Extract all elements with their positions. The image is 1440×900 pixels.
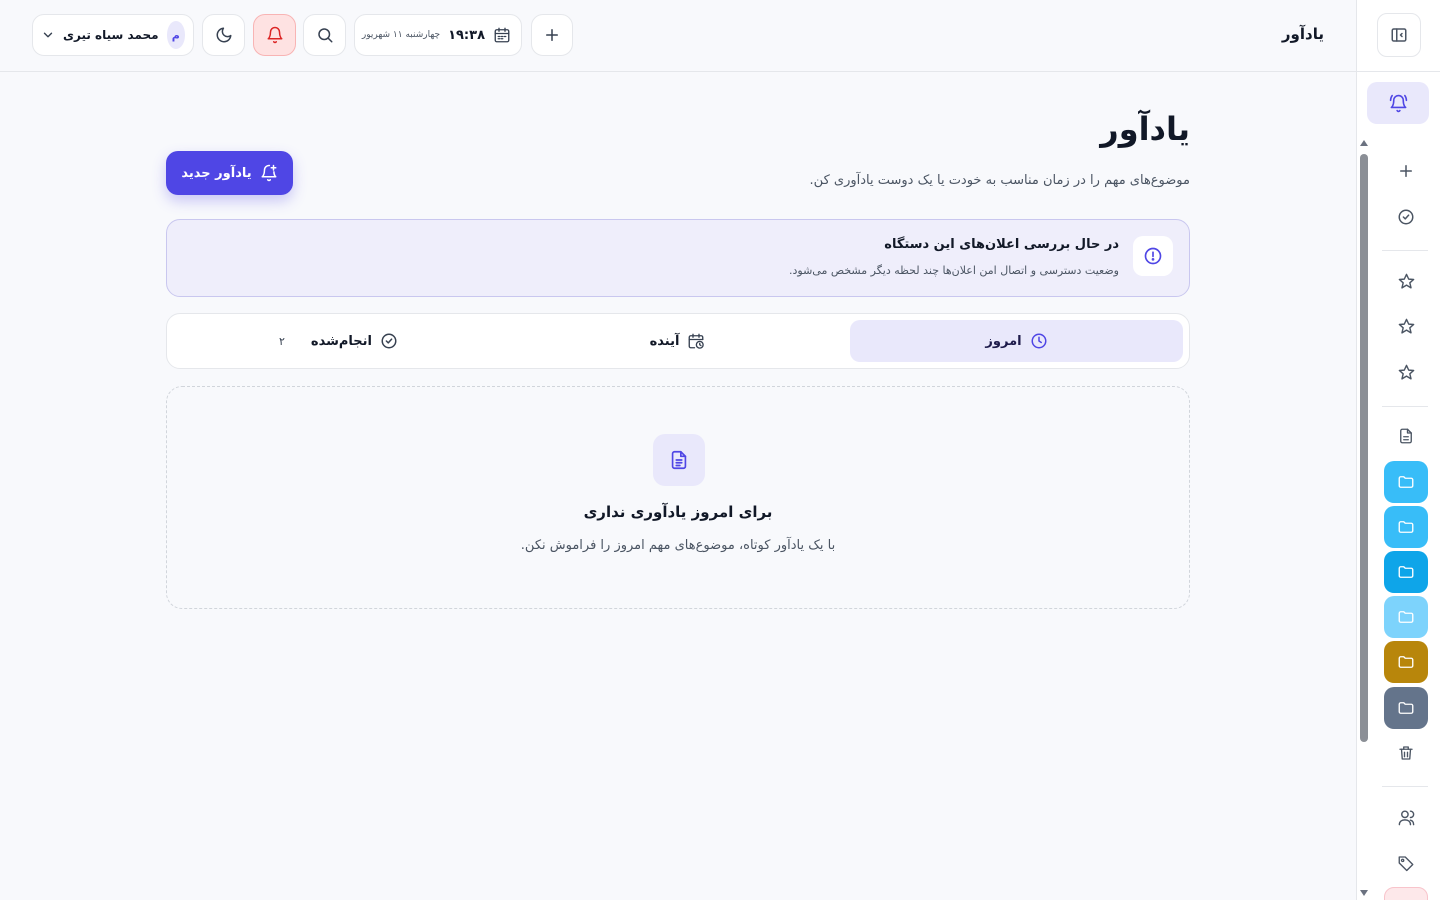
calendar-icon	[493, 26, 511, 44]
notification-status-banner: در حال بررسی اعلان‌های این دستگاه وضعیت …	[166, 219, 1190, 297]
sidebar-folder-6[interactable]	[1384, 687, 1428, 729]
sidebar-folder-1[interactable]	[1384, 461, 1428, 503]
sidebar-item-tasks[interactable]	[1384, 196, 1428, 238]
new-reminder-label: یادآور جدید	[181, 165, 252, 181]
notifications-button[interactable]	[253, 14, 296, 56]
folder-icon	[1397, 608, 1415, 626]
scroll-up-arrow[interactable]	[1360, 140, 1368, 146]
user-name: محمد سیاه تیری	[63, 28, 159, 42]
tab-done[interactable]: انجام‌شده ۲	[172, 320, 505, 362]
sidebar-item-tags[interactable]	[1384, 842, 1428, 884]
clock-icon	[1030, 332, 1048, 350]
sidebar-folder-4[interactable]	[1384, 596, 1428, 638]
sidebar-toggle-button[interactable]	[1377, 13, 1421, 57]
document-icon	[653, 434, 705, 486]
bell-icon	[266, 26, 284, 44]
sidebar-folder-2[interactable]	[1384, 506, 1428, 548]
rail-header	[1356, 0, 1440, 72]
sidebar-item-starred-1[interactable]	[1384, 260, 1428, 302]
star-icon	[1397, 363, 1416, 382]
rail-divider	[1382, 786, 1428, 787]
app-title: یادآور	[1281, 25, 1324, 43]
star-icon	[1397, 272, 1416, 291]
rail-divider	[1382, 250, 1428, 251]
sidebar-item-reminders[interactable]	[1367, 82, 1429, 124]
bell-plus-icon	[260, 164, 278, 182]
scrollbar-thumb[interactable]	[1360, 154, 1368, 742]
banner-title: در حال بررسی اعلان‌های این دستگاه	[884, 237, 1119, 252]
user-menu[interactable]: م محمد سیاه تیری	[32, 14, 194, 56]
moon-icon	[215, 26, 233, 44]
tab-done-label: انجام‌شده	[310, 333, 373, 349]
tab-upcoming[interactable]: آینده	[511, 320, 844, 362]
sidebar-rail	[1356, 0, 1440, 900]
search-button[interactable]	[303, 14, 346, 56]
check-circle-icon	[1397, 208, 1415, 226]
empty-state-description: با یک یادآور کوتاه، موضوع‌های مهم امروز …	[520, 538, 836, 553]
sidebar-folder-3[interactable]	[1384, 551, 1428, 593]
tab-today[interactable]: امروز	[850, 320, 1183, 362]
chevron-down-icon	[41, 28, 55, 42]
document-icon	[1397, 427, 1415, 445]
folder-icon	[1397, 518, 1415, 536]
new-reminder-button[interactable]: یادآور جدید	[166, 151, 293, 195]
date-time-widget[interactable]: ۱۹:۳۸ چهارشنبه ۱۱ شهریور	[354, 14, 522, 56]
avatar: م	[166, 21, 185, 49]
plus-icon	[1397, 162, 1415, 180]
page-subtitle: موضوع‌های مهم را در زمان مناسب به خودت ی…	[809, 173, 1190, 188]
plus-icon	[543, 26, 561, 44]
trash-icon	[1397, 744, 1415, 762]
calendar-clock-icon	[687, 332, 705, 350]
banner-description: وضعیت دسترسی و اتصال امن اعلان‌ها چند لح…	[789, 264, 1119, 277]
sidebar-item-notes[interactable]	[1384, 415, 1428, 457]
folder-icon	[1397, 653, 1415, 671]
folder-icon	[1397, 563, 1415, 581]
tab-today-label: امروز	[985, 333, 1022, 349]
date-label: چهارشنبه ۱۱ شهریور	[361, 30, 441, 40]
rail-divider	[1382, 406, 1428, 407]
sidebar-toggle-icon	[1390, 26, 1408, 44]
folder-icon	[1397, 699, 1415, 717]
star-icon	[1397, 317, 1416, 336]
empty-state: برای امروز یادآوری نداری با یک یادآور کو…	[166, 386, 1190, 609]
search-icon	[316, 26, 334, 44]
sidebar-item-starred-3[interactable]	[1384, 351, 1428, 393]
check-circle-icon	[380, 332, 398, 350]
tab-upcoming-label: آینده	[649, 333, 680, 349]
sidebar-item-add[interactable]	[1384, 150, 1428, 192]
sidebar-folder-5[interactable]	[1384, 641, 1428, 683]
users-icon	[1397, 808, 1416, 827]
reminder-tabs: امروز آینده انجام‌شده ۲	[166, 313, 1190, 369]
clock-time: ۱۹:۳۸	[448, 27, 485, 43]
sidebar-item-partial[interactable]	[1384, 887, 1428, 900]
scroll-down-arrow[interactable]	[1360, 890, 1368, 896]
bell-ring-icon	[1389, 94, 1408, 113]
sidebar-item-contacts[interactable]	[1384, 796, 1428, 838]
sidebar-item-trash[interactable]	[1384, 732, 1428, 774]
folder-icon	[1397, 473, 1415, 491]
tag-icon	[1397, 854, 1415, 872]
tab-done-count: ۲	[279, 334, 285, 348]
rail-scrollbar[interactable]	[1357, 136, 1369, 900]
top-bar: یادآور ۱۹:۳۸ چهارشنبه ۱۱ شهریور م محمد س…	[0, 0, 1356, 72]
theme-toggle-button[interactable]	[202, 14, 245, 56]
add-button[interactable]	[531, 14, 573, 56]
alert-circle-icon	[1133, 236, 1173, 276]
empty-state-title: برای امروز یادآوری نداری	[583, 503, 773, 521]
page-title: یادآور	[1100, 110, 1190, 148]
sidebar-item-starred-2[interactable]	[1384, 305, 1428, 347]
